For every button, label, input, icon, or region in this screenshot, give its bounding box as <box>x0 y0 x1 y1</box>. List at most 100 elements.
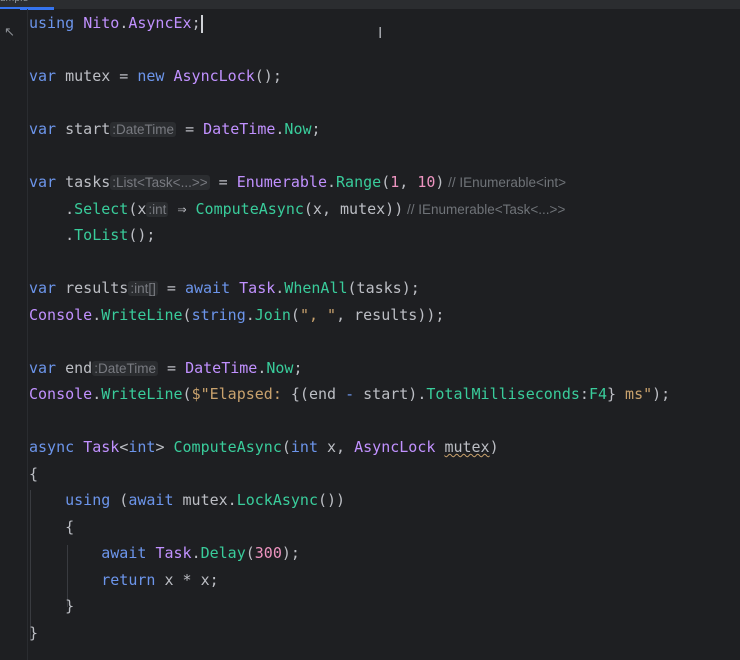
code-token: . <box>29 199 75 218</box>
code-token: Console <box>29 385 93 403</box>
code-token: mutex. <box>173 491 237 509</box>
code-token: > <box>155 438 174 456</box>
code-token: . <box>275 279 285 297</box>
code-token: var <box>29 279 57 297</box>
code-token: tasks <box>56 173 111 191</box>
code-token: ( <box>381 173 391 191</box>
code-token: Now <box>266 358 294 377</box>
code-token: (x <box>128 199 147 218</box>
code-token: var <box>29 358 57 377</box>
code-line[interactable]: using Nito.AsyncEx; <box>29 10 670 37</box>
code-line[interactable]: Console.WriteLine(string.Join(", ", resu… <box>29 302 670 329</box>
code-editor[interactable]: using Nito.AsyncEx; var mutex = new Async… <box>29 10 670 646</box>
code-token: WhenAll <box>284 279 348 297</box>
code-token: results <box>56 279 129 297</box>
code-token: DateTime <box>203 120 276 138</box>
code-token: ComputeAsync <box>173 438 282 456</box>
code-token: ⇒ <box>168 199 196 218</box>
code-line[interactable]: var mutex = new AsyncLock(); <box>29 63 670 90</box>
code-token: Nito <box>83 14 120 32</box>
code-line[interactable]: await Task.Delay(300); <box>29 540 670 567</box>
code-line[interactable]: async Task<int> ComputeAsync(int x, Asyn… <box>29 434 670 461</box>
inline-type-comment: // IEnumerable<Task<...>> <box>403 201 566 217</box>
code-token: Enumerable <box>236 173 327 191</box>
code-line[interactable]: { <box>29 514 670 541</box>
code-token: x * x; <box>155 570 219 589</box>
code-line[interactable]: .ToList(); <box>29 222 670 249</box>
code-token: var <box>29 120 57 138</box>
code-token: using <box>29 14 75 32</box>
code-line[interactable]: } <box>29 593 670 620</box>
code-token: (tasks); <box>347 279 420 297</box>
inlay-type-hint: :DateTime <box>110 122 177 137</box>
code-token: new <box>137 67 165 85</box>
code-token: = <box>157 358 186 377</box>
code-token: ToList <box>74 226 129 244</box>
code-line[interactable]: var start:DateTime = DateTime.Now; <box>29 116 670 143</box>
code-token: x, <box>318 438 355 456</box>
code-token: ComputeAsync <box>195 199 304 218</box>
code-token: , results)); <box>336 305 445 324</box>
text-cursor-ibeam: I <box>378 24 383 42</box>
code-token: $"Elapsed: <box>191 385 291 403</box>
code-line[interactable] <box>29 143 670 170</box>
edit-pencil-icon: ↖ <box>4 25 15 40</box>
code-token: int <box>290 438 318 456</box>
code-token: Join <box>254 305 291 324</box>
code-token: WriteLine <box>101 305 183 324</box>
code-token: . <box>327 173 337 191</box>
code-token: ; <box>311 120 321 138</box>
code-token: { <box>29 464 39 483</box>
code-line[interactable] <box>29 328 670 355</box>
code-line[interactable] <box>29 249 670 276</box>
code-token: AsyncEx <box>128 14 192 32</box>
code-token: ( <box>182 385 192 403</box>
code-token: : <box>579 385 589 403</box>
code-token: start). <box>354 385 427 403</box>
text-caret <box>200 14 203 33</box>
code-token: . <box>92 305 102 324</box>
code-line[interactable]: using (await mutex.LockAsync()) <box>29 487 670 514</box>
code-token: } <box>29 597 75 615</box>
editor-tab-bar: ample <box>0 0 740 10</box>
editor-gutter[interactable]: ↖ <box>0 9 20 660</box>
code-token: Range <box>336 173 382 191</box>
code-token: return <box>101 570 156 589</box>
code-token: (); <box>128 226 156 244</box>
code-line[interactable]: var end:DateTime = DateTime.Now; <box>29 355 670 382</box>
code-token: ", " <box>299 305 337 324</box>
code-line[interactable]: } <box>29 620 670 647</box>
code-line[interactable] <box>29 408 670 435</box>
code-token: mutex = <box>56 67 138 85</box>
code-line[interactable] <box>29 37 670 64</box>
code-token: var <box>29 173 57 191</box>
code-token: await <box>128 491 174 509</box>
code-line[interactable] <box>29 90 670 117</box>
code-token: ( <box>110 491 129 509</box>
code-token: ( <box>290 305 300 324</box>
code-line[interactable]: Console.WriteLine($"Elapsed: {(end - sta… <box>29 381 670 408</box>
code-token: Delay <box>200 544 246 562</box>
inlay-type-hint: :DateTime <box>92 360 158 376</box>
code-token: < <box>119 438 129 456</box>
code-token: = <box>157 279 185 297</box>
code-line[interactable]: var results:int[] = await Task.WhenAll(t… <box>29 275 670 302</box>
code-token: DateTime <box>185 358 258 377</box>
code-line[interactable]: return x * x; <box>29 567 670 594</box>
code-line[interactable]: .Select(x:int ⇒ ComputeAsync(x, mutex)) … <box>29 196 670 223</box>
code-token: ( <box>245 544 255 562</box>
code-token: 10 <box>417 173 436 191</box>
tab-file[interactable]: ample <box>0 0 28 4</box>
code-line[interactable]: var tasks:List<Task<...>> = Enumerable.R… <box>29 169 670 196</box>
code-token: . <box>29 226 75 244</box>
code-token: . <box>119 14 129 32</box>
code-token: Select <box>74 199 129 218</box>
code-token: { <box>29 517 75 536</box>
code-token: ; <box>293 358 303 377</box>
code-token: using <box>65 491 111 509</box>
code-line[interactable]: { <box>29 461 670 488</box>
